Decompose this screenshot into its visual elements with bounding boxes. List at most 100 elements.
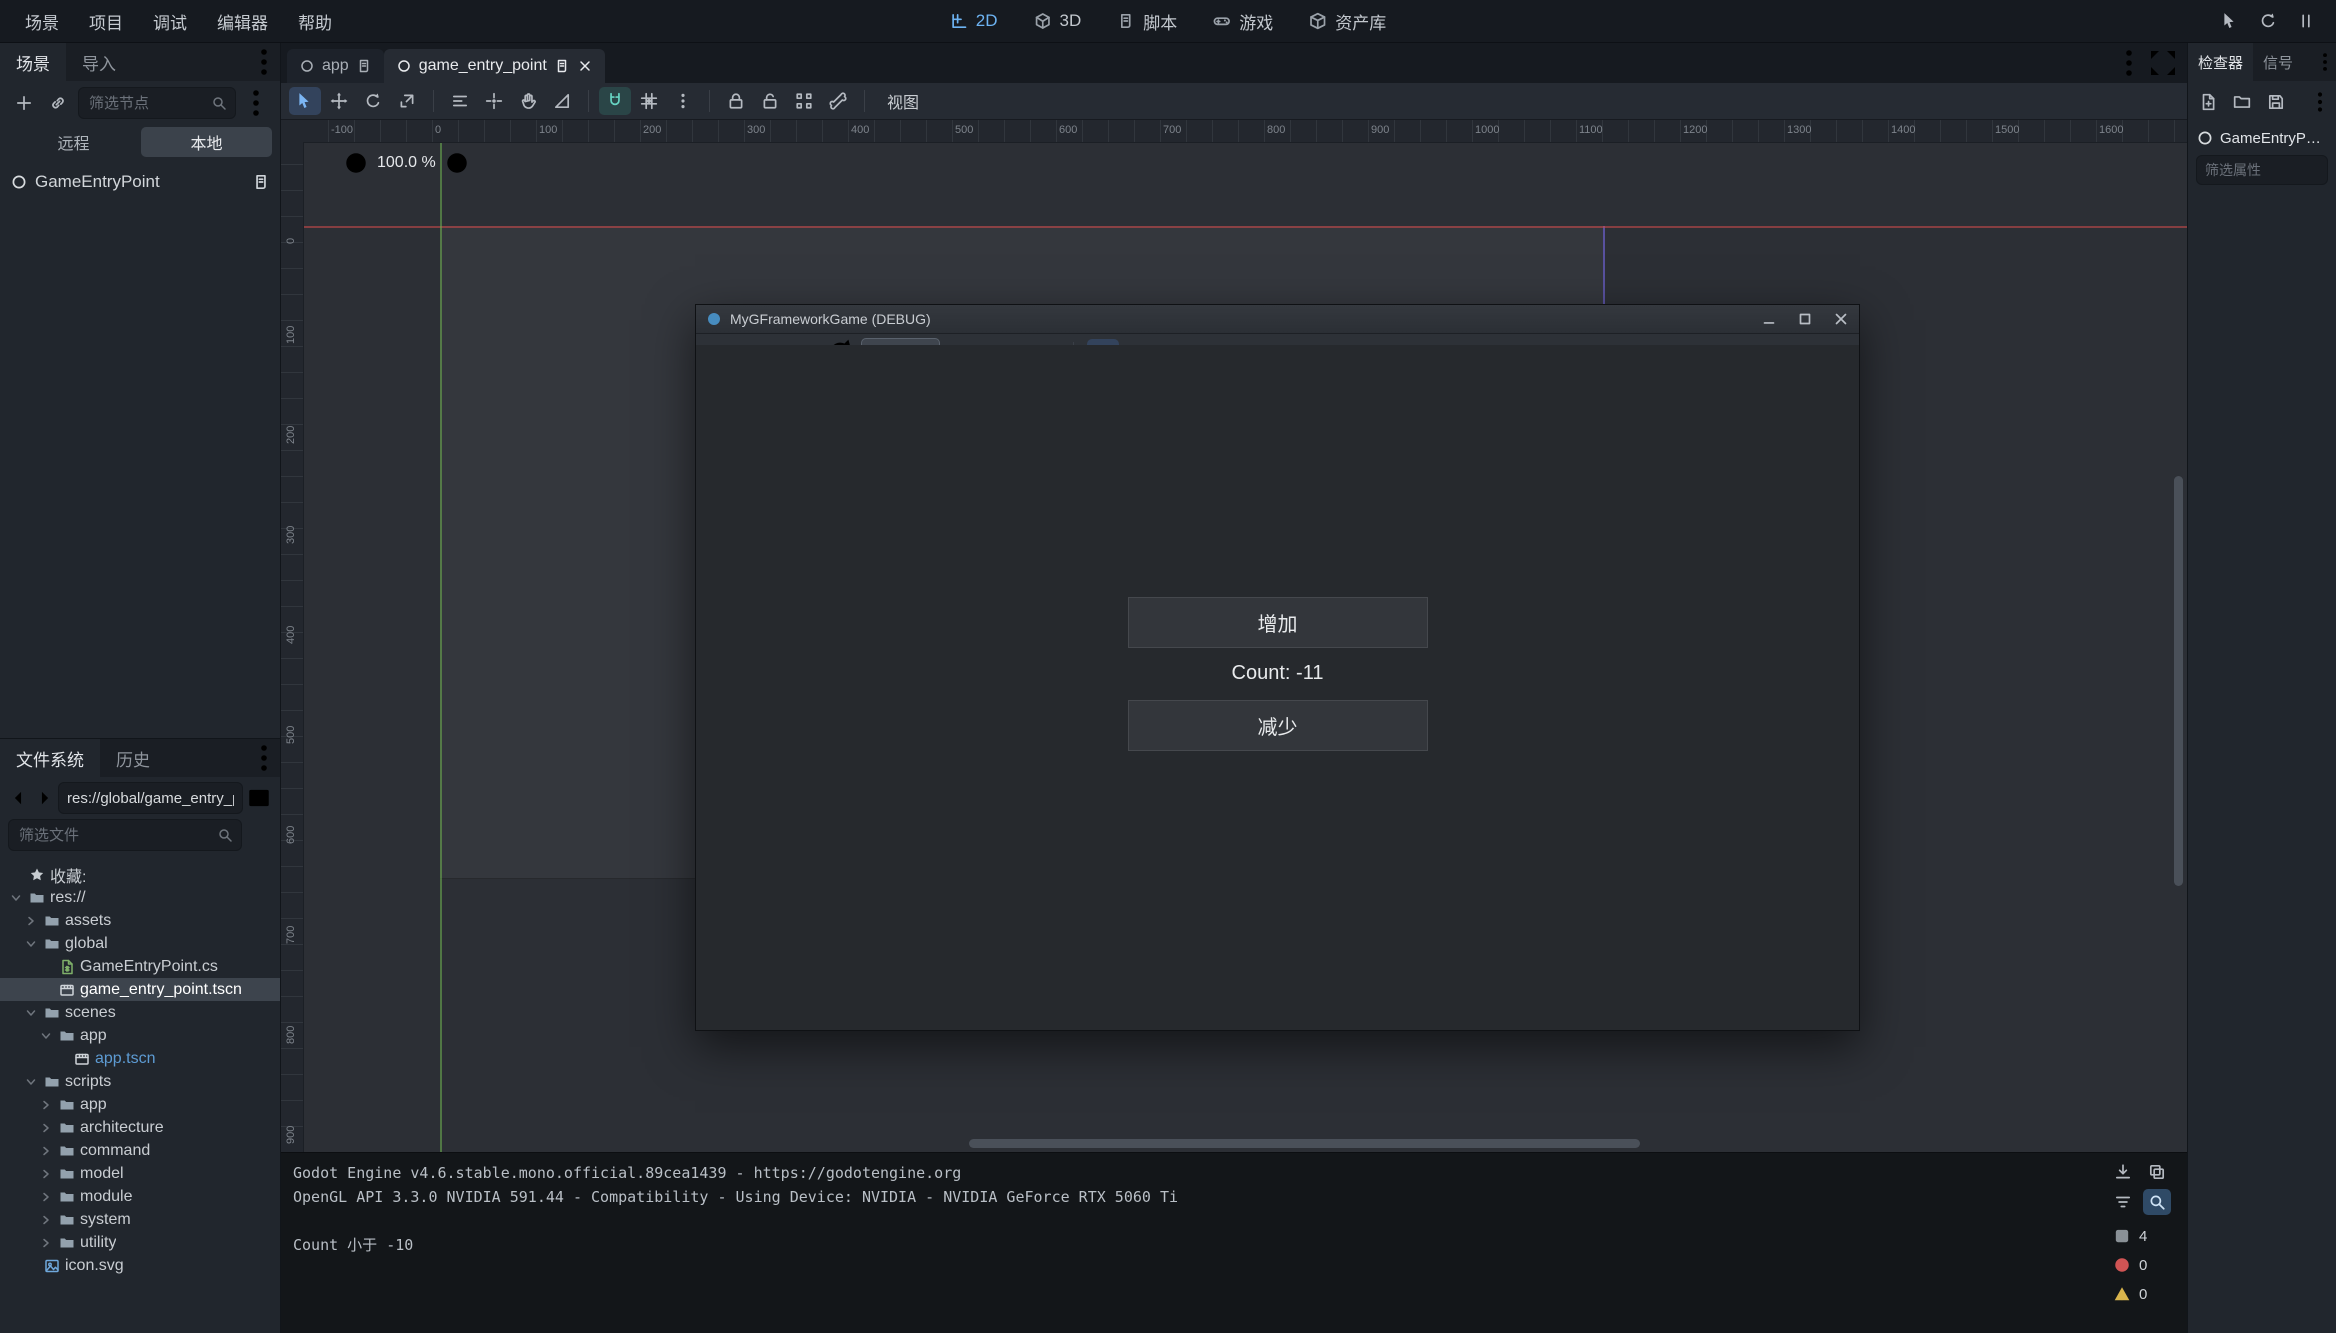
tool-pivot-button[interactable] xyxy=(478,87,510,115)
menu-help[interactable]: 帮助 xyxy=(283,0,347,42)
filesystem-dock-menu-icon[interactable] xyxy=(248,743,280,773)
tab-信号[interactable]: 信号 xyxy=(2253,43,2303,81)
fs-item-icon.svg[interactable]: icon.svg xyxy=(0,1254,280,1277)
nav-forward-icon[interactable] xyxy=(33,783,55,813)
tool-group-button[interactable] xyxy=(788,87,820,115)
fs-item-scripts[interactable]: scripts xyxy=(0,1070,280,1093)
fs-item-game_entry_point.tscn[interactable]: game_entry_point.tscn xyxy=(0,978,280,1001)
view-menu-button[interactable]: 视图 xyxy=(875,89,931,113)
close-icon[interactable] xyxy=(1823,305,1859,333)
file-filter-input[interactable] xyxy=(17,826,211,845)
inspector-menu-icon[interactable] xyxy=(2314,47,2336,77)
plus-icon[interactable] xyxy=(8,88,40,118)
split-view-icon[interactable] xyxy=(246,783,272,813)
minimize-icon[interactable] xyxy=(1751,305,1787,333)
sort-files-icon[interactable] xyxy=(246,820,272,850)
center-view-icon[interactable] xyxy=(311,148,337,178)
chevron-down-icon[interactable] xyxy=(23,936,39,952)
fs-item-res://[interactable]: res:// xyxy=(0,886,280,909)
menu-editor[interactable]: 编辑器 xyxy=(202,0,283,42)
fs-item-app[interactable]: app xyxy=(0,1093,280,1116)
fs-item-app[interactable]: app xyxy=(0,1024,280,1047)
tool-lock-button[interactable] xyxy=(720,87,752,115)
workspace-3D-button[interactable]: 3D xyxy=(1020,6,1096,36)
maximize-icon[interactable] xyxy=(1787,305,1823,333)
tab-list-menu-icon[interactable] xyxy=(2113,48,2145,78)
fs-item-utility[interactable]: utility xyxy=(0,1231,280,1254)
chevron-right-icon[interactable] xyxy=(38,1189,54,1205)
menu-debug[interactable]: 调试 xyxy=(138,0,202,42)
editor-tab-game_entry_point[interactable]: game_entry_point xyxy=(384,49,605,83)
tool-list-select-button[interactable] xyxy=(444,87,476,115)
chevron-right-icon[interactable] xyxy=(23,913,39,929)
viewport-canvas[interactable]: 100.0 % MyGFrameworkGame (DEBUG) 1.0x xyxy=(303,142,2187,1152)
tool-move-button[interactable] xyxy=(323,87,355,115)
scene-filter-input[interactable] xyxy=(87,94,205,113)
load-icon[interactable] xyxy=(2226,87,2258,117)
chevron-right-icon[interactable] xyxy=(38,1212,54,1228)
tool-scale-button[interactable] xyxy=(391,87,423,115)
tool-kebab-button[interactable] xyxy=(667,87,699,115)
fs-item-收藏:[interactable]: 收藏: xyxy=(0,863,280,886)
fs-item-command[interactable]: command xyxy=(0,1139,280,1162)
chevron-right-icon[interactable] xyxy=(38,1120,54,1136)
fs-item-model[interactable]: model xyxy=(0,1162,280,1185)
local-button[interactable]: 本地 xyxy=(141,127,272,157)
decrease-button[interactable]: 减少 xyxy=(1128,700,1428,751)
rotate-icon[interactable] xyxy=(2252,6,2284,36)
newdoc-icon[interactable] xyxy=(2192,87,2224,117)
tool-magnet-button[interactable] xyxy=(599,87,631,115)
fs-item-scenes[interactable]: scenes xyxy=(0,1001,280,1024)
tab-场景[interactable]: 场景 xyxy=(0,43,66,81)
attached-script-icon[interactable] xyxy=(252,173,270,191)
error-filter-badge[interactable]: 0 xyxy=(2113,1256,2147,1274)
chevron-down-icon[interactable] xyxy=(23,1074,39,1090)
tool-grid-snap-button[interactable] xyxy=(633,87,665,115)
new-tab-button[interactable] xyxy=(607,48,639,78)
workspace-2D-button[interactable]: 2D xyxy=(936,6,1012,36)
chevron-down-icon[interactable] xyxy=(23,1005,39,1021)
chevron-right-icon[interactable] xyxy=(38,1097,54,1113)
pause-icon[interactable] xyxy=(2290,6,2322,36)
horizontal-scrollbar[interactable] xyxy=(969,1139,1640,1148)
tool-bone-button[interactable] xyxy=(822,87,854,115)
link-icon[interactable] xyxy=(42,88,74,118)
save-icon[interactable] xyxy=(2260,87,2292,117)
list-icon[interactable] xyxy=(2109,1189,2137,1215)
tab-历史[interactable]: 历史 xyxy=(100,739,166,777)
fs-item-GameEntryPoint.cs[interactable]: GameEntryPoint.cs xyxy=(0,955,280,978)
copy-icon[interactable] xyxy=(2143,1159,2171,1185)
zoom-in-icon[interactable] xyxy=(444,148,470,178)
warning-filter-badge[interactable]: 0 xyxy=(2113,1285,2147,1303)
scene-filter-field[interactable] xyxy=(78,87,236,119)
search-icon[interactable] xyxy=(2143,1189,2171,1215)
fs-item-global[interactable]: global xyxy=(0,932,280,955)
tool-ruler-button[interactable] xyxy=(546,87,578,115)
nav-back-icon[interactable] xyxy=(8,783,30,813)
tab-文件系统[interactable]: 文件系统 xyxy=(0,739,100,777)
inspector-options-icon[interactable] xyxy=(2308,87,2332,117)
chevron-down-icon[interactable] xyxy=(8,890,24,906)
fs-item-app.tscn[interactable]: app.tscn xyxy=(0,1047,280,1070)
workspace-游戏-button[interactable]: 游戏 xyxy=(1199,6,1287,36)
fs-item-module[interactable]: module xyxy=(0,1185,280,1208)
select-icon[interactable] xyxy=(2214,6,2246,36)
workspace-脚本-button[interactable]: 脚本 xyxy=(1103,6,1191,36)
tab-导入[interactable]: 导入 xyxy=(66,43,132,81)
scene-tree-options-icon[interactable] xyxy=(240,88,272,118)
remote-button[interactable]: 远程 xyxy=(8,127,139,157)
inspector-filter-input[interactable]: 筛选属性 xyxy=(2196,155,2328,185)
zoom-level-label[interactable]: 100.0 % xyxy=(375,154,438,172)
download-icon[interactable] xyxy=(2109,1159,2137,1185)
chevron-right-icon[interactable] xyxy=(38,1143,54,1159)
increase-button[interactable]: 增加 xyxy=(1128,597,1428,648)
path-input[interactable] xyxy=(58,782,243,814)
tool-select-button[interactable] xyxy=(289,87,321,115)
chevron-down-icon[interactable] xyxy=(38,1028,54,1044)
chevron-right-icon[interactable] xyxy=(38,1235,54,1251)
game-window-titlebar[interactable]: MyGFrameworkGame (DEBUG) xyxy=(696,305,1859,334)
fs-item-architecture[interactable]: architecture xyxy=(0,1116,280,1139)
zoom-out-icon[interactable] xyxy=(343,148,369,178)
scene-dock-menu-icon[interactable] xyxy=(248,47,280,77)
fs-item-system[interactable]: system xyxy=(0,1208,280,1231)
